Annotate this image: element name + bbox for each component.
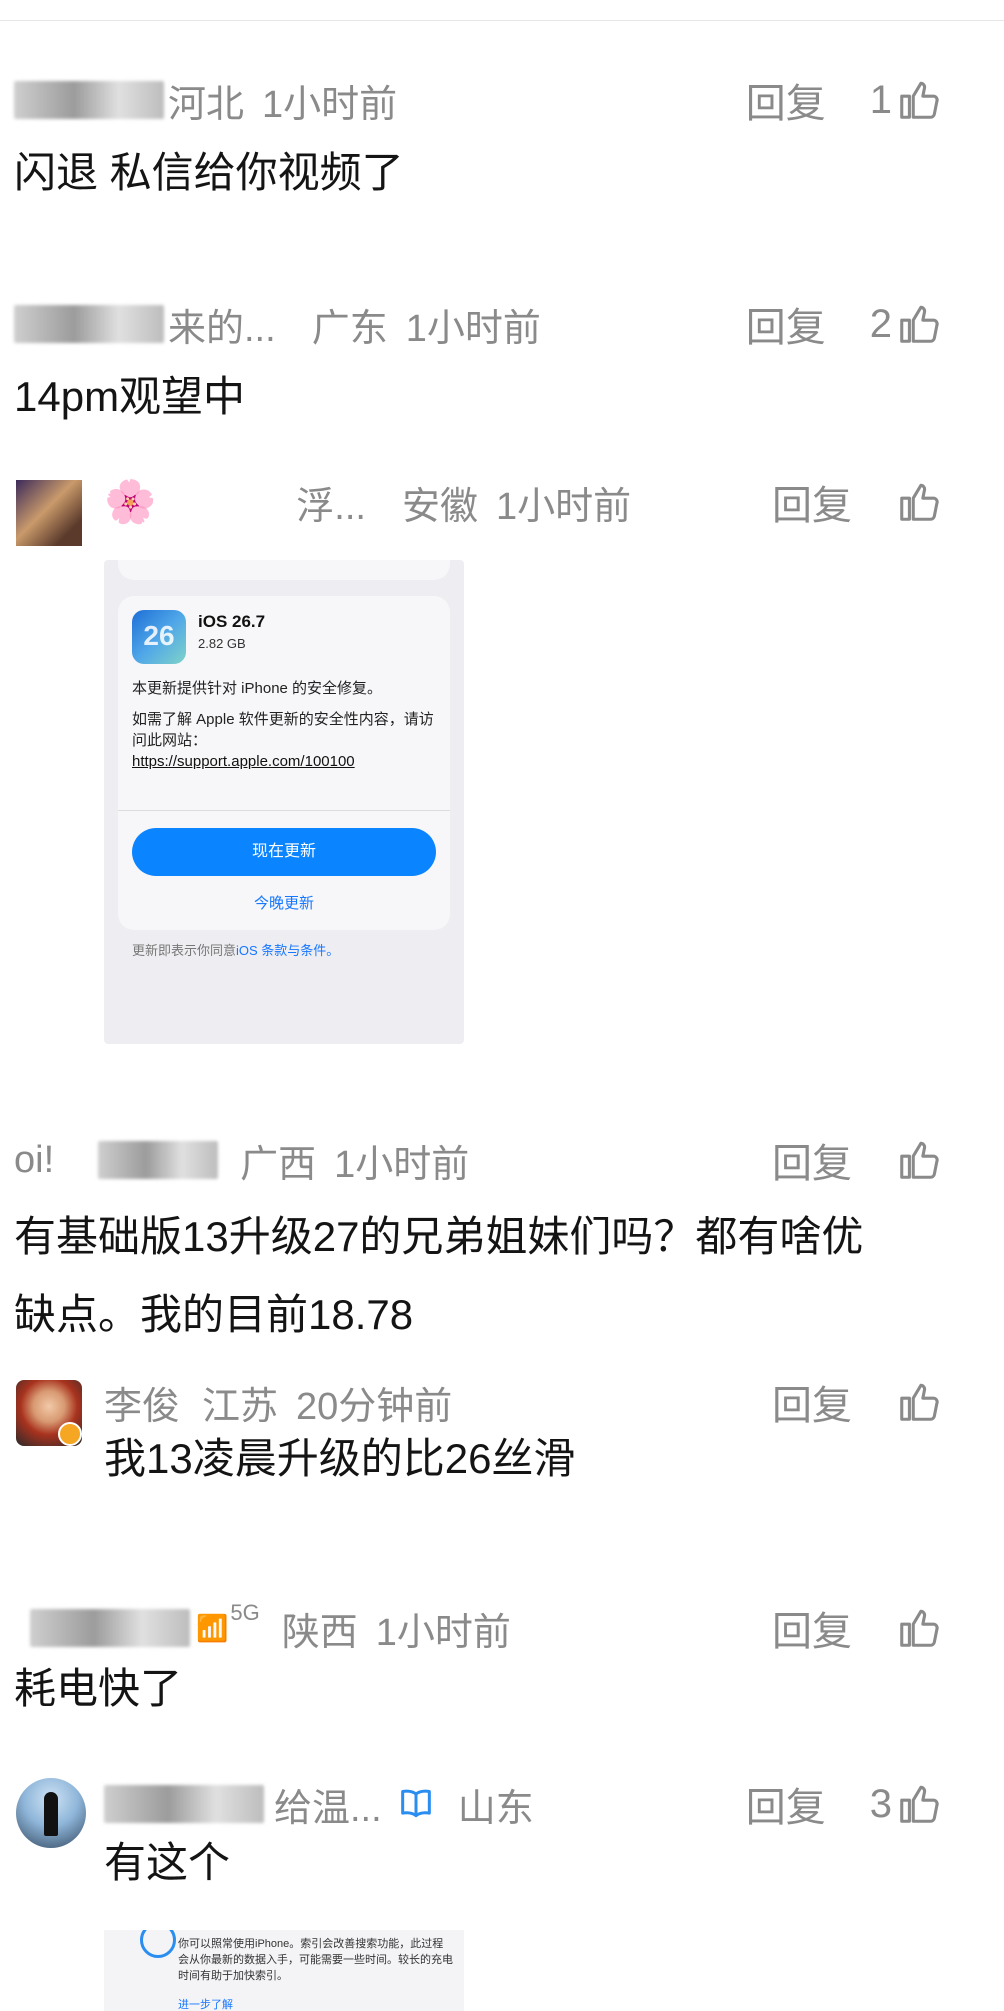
username-redacted (104, 1785, 264, 1823)
comment-time: 1小时前 (334, 1143, 470, 1186)
comment-meta: oi! 广西 1小时前 (14, 1132, 469, 1188)
previous-card (118, 560, 450, 580)
progress-ring-icon (140, 1930, 176, 1958)
terms-link: iOS 条款与条件。 (236, 943, 340, 958)
reply-button[interactable]: 回复 (772, 1131, 852, 1189)
thumbs-up-icon[interactable] (896, 1137, 942, 1183)
thumbs-up-icon[interactable] (896, 1781, 942, 1827)
comment-image[interactable]: 你可以照常使用iPhone。索引会改善搜索功能，此过程会从你最新的数据入手，可能… (104, 1930, 464, 2011)
book-badge-icon (400, 1789, 431, 1818)
username-redacted (14, 305, 164, 343)
comment-actions: 回复 (772, 1600, 942, 1656)
verified-badge-icon (58, 1422, 82, 1446)
avatar[interactable] (16, 1778, 86, 1848)
comment-text: 我13凌晨升级的比26丝滑 (104, 1435, 576, 1482)
reply-button[interactable]: 回复 (746, 71, 826, 129)
comment-region: 陕西 (281, 1611, 358, 1654)
ios-desc-line2: 如需了解 Apple 软件更新的安全性内容，请访问此网站： (132, 711, 434, 749)
comment-time: 1小时前 (262, 83, 398, 126)
comment-actions: 回复 1 (746, 72, 942, 128)
comment-actions: 回复 2 (746, 296, 942, 352)
terms-text: 更新即表示你同意iOS 条款与条件。 (132, 940, 339, 959)
comment-text: 耗电快了 (14, 1665, 183, 1712)
ios-security-link: https://support.apple.com/100100 (132, 753, 355, 770)
username-redacted (14, 81, 164, 119)
ios-app-icon: 26 (132, 610, 186, 664)
username-redacted (98, 1141, 219, 1179)
user-emoji: 🌸 (104, 477, 157, 525)
comment-time: 1小时前 (375, 1611, 511, 1654)
thumbs-up-icon[interactable] (896, 301, 942, 347)
comment-username[interactable]: 来的... (168, 297, 276, 352)
thumbs-up-icon[interactable] (896, 479, 942, 525)
indexing-notice: 你可以照常使用iPhone。索引会改善搜索功能，此过程会从你最新的数据入手，可能… (178, 1938, 453, 1982)
avatar-figure (44, 1792, 58, 1836)
comment-text: 14pm观望中 (14, 373, 246, 420)
comment-text: 闪退 私信给你视频了 (14, 149, 404, 196)
update-tonight-link: 今晚更新 (253, 895, 314, 912)
username-redacted (30, 1609, 190, 1647)
like-count: 1 (869, 77, 892, 122)
ios-update-description: 本更新提供针对 iPhone 的安全修复。 如需了解 Apple 软件更新的安全… (132, 678, 442, 772)
reply-button[interactable]: 回复 (772, 1373, 852, 1431)
comment-region: 广东 (311, 307, 388, 350)
comment-actions: 回复 3 (746, 1776, 942, 1832)
reply-button[interactable]: 回复 (772, 473, 852, 531)
reply-button[interactable]: 回复 (746, 1775, 826, 1833)
thumbs-up-icon[interactable] (896, 1379, 942, 1425)
wifi-icon: 📶 (196, 1612, 229, 1643)
ios-desc-line1: 本更新提供针对 iPhone 的安全修复。 (132, 680, 383, 697)
update-card: 26 iOS 26.7 2.82 GB 本更新提供针对 iPhone 的安全修复… (118, 596, 450, 930)
comment-region: 山东 (457, 1787, 534, 1830)
learn-more-link: 进一步了解 (178, 1999, 233, 2011)
thumbs-up-icon[interactable] (896, 1605, 942, 1651)
comment-meta: 来的... 广东 1小时前 (14, 296, 541, 352)
top-divider (0, 20, 1004, 21)
comment-region: 安徽 (401, 485, 478, 528)
comment-actions: 回复 (772, 1374, 942, 1430)
reply-button[interactable]: 回复 (772, 1599, 852, 1657)
comment-text-line2: 缺点。我的目前18.78 (14, 1291, 414, 1338)
avatar[interactable] (16, 1380, 82, 1446)
comment-meta: 📶 5G 陕西 1小时前 (30, 1600, 511, 1656)
divider (118, 810, 450, 811)
comment-text: 有这个 (104, 1839, 231, 1886)
comment-text-line1: 有基础版13升级27的兄弟姐妹们吗？都有啥优 (14, 1213, 864, 1260)
comment-username[interactable]: 河北 (168, 73, 244, 128)
avatar[interactable] (16, 480, 82, 546)
comment-username[interactable]: 浮... (296, 475, 366, 530)
comment-actions: 回复 (772, 474, 942, 530)
ios-update-size: 2.82 GB (198, 636, 246, 651)
like-count: 3 (869, 1781, 892, 1826)
thumbs-up-icon[interactable] (896, 77, 942, 123)
like-count: 2 (869, 301, 892, 346)
ios-icon-text: 26 (143, 620, 175, 651)
comment-region: 广西 (240, 1143, 317, 1186)
terms-prefix: 更新即表示你同意 (132, 943, 237, 958)
comment-username[interactable]: 5G (230, 1600, 259, 1626)
comment-actions: 回复 (772, 1132, 942, 1188)
ios-version-title: iOS 26.7 (198, 612, 266, 631)
comment-time: 1小时前 (496, 485, 632, 528)
comment-image[interactable]: 26 iOS 26.7 2.82 GB 本更新提供针对 iPhone 的安全修复… (104, 560, 464, 1044)
comment-text: 有基础版13升级27的兄弟姐妹们吗？都有啥优 缺点。我的目前18.78 (14, 1198, 863, 1354)
reply-button[interactable]: 回复 (746, 295, 826, 353)
comment-username[interactable]: oi! (14, 1139, 54, 1182)
comment-meta: 河北 1小时前 (14, 72, 397, 128)
comment-time: 1小时前 (405, 307, 541, 350)
comment-meta: 🌸 浮... 安徽 1小时前 (104, 474, 631, 530)
comment-username[interactable]: 给温... (274, 1777, 382, 1832)
update-now-button: 现在更新 (132, 828, 436, 876)
